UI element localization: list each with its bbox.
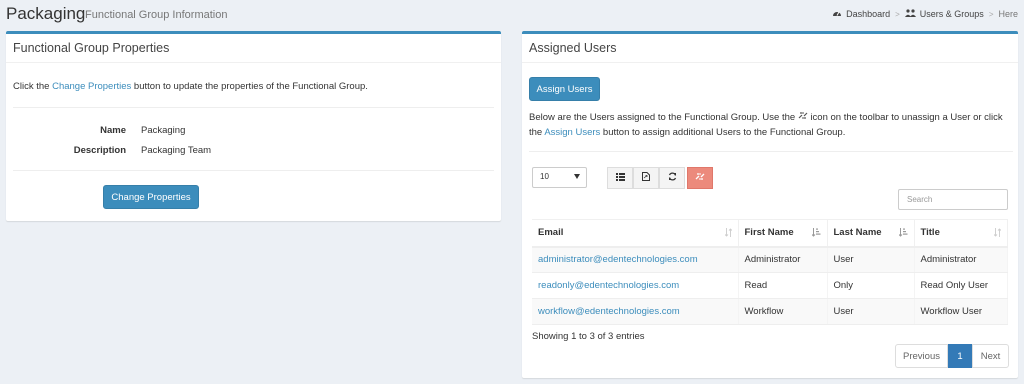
divider bbox=[13, 107, 494, 108]
table-row[interactable]: workflow@edentechnologies.com Workflow U… bbox=[532, 298, 1008, 325]
column-header-title[interactable]: Title bbox=[914, 219, 1008, 248]
title-cell: Workflow User bbox=[914, 298, 1008, 325]
properties-intro: Click the Change Properties button to up… bbox=[13, 81, 368, 92]
assigned-users-table: Email First Name Last Name Title adminis… bbox=[532, 219, 1008, 325]
page-size-value: 10 bbox=[540, 172, 549, 181]
unassign-user-button[interactable] bbox=[687, 167, 713, 189]
column-header-last-name[interactable]: Last Name bbox=[827, 219, 915, 248]
assigned-users-panel: Assigned Users Assign Users Below are th… bbox=[522, 31, 1018, 378]
sort-ascending-icon bbox=[811, 228, 821, 240]
last-name-cell: User bbox=[827, 298, 915, 325]
title-cell: Read Only User bbox=[914, 272, 1008, 299]
search-input[interactable] bbox=[898, 189, 1008, 210]
breadcrumb-dashboard[interactable]: Dashboard bbox=[832, 9, 890, 19]
panel-title: Assigned Users bbox=[522, 34, 1018, 63]
divider bbox=[529, 151, 1013, 152]
assign-users-button[interactable]: Assign Users bbox=[529, 77, 600, 101]
table-row[interactable]: readonly@edentechnologies.com Read Only … bbox=[532, 272, 1008, 299]
column-label: First Name bbox=[744, 227, 794, 239]
last-name-cell: Only bbox=[827, 272, 915, 299]
assign-users-link[interactable]: Assign Users bbox=[544, 127, 600, 138]
intro-text: button to update the properties of the F… bbox=[131, 81, 368, 92]
change-properties-link[interactable]: Change Properties bbox=[52, 81, 131, 92]
desc-text: Below are the Users assigned to the Func… bbox=[529, 112, 798, 124]
column-label: Last Name bbox=[833, 227, 882, 239]
column-label: Title bbox=[920, 227, 940, 239]
first-name-cell: Workflow bbox=[738, 298, 828, 325]
assigned-users-description: Below are the Users assigned to the Func… bbox=[529, 110, 1013, 140]
table-header-row: Email First Name Last Name Title bbox=[532, 219, 1008, 248]
divider bbox=[13, 170, 494, 171]
list-icon bbox=[615, 172, 625, 184]
column-header-email[interactable]: Email bbox=[532, 219, 739, 248]
sort-ascending-icon bbox=[898, 228, 908, 240]
breadcrumb: Dashboard > Users & Groups > Here bbox=[832, 9, 1018, 19]
pagination: Previous 1 Next bbox=[895, 344, 1009, 368]
desc-text: button to assign additional Users to the… bbox=[600, 127, 846, 139]
page-size-select[interactable]: 10 bbox=[532, 167, 587, 188]
property-label: Description bbox=[73, 145, 126, 156]
table-row[interactable]: administrator@edentechnologies.com Admin… bbox=[532, 246, 1008, 273]
column-label: Email bbox=[538, 227, 564, 239]
column-header-first-name[interactable]: First Name bbox=[738, 219, 828, 248]
dashboard-icon bbox=[832, 9, 842, 19]
property-label: Name bbox=[100, 125, 126, 136]
change-properties-button[interactable]: Change Properties bbox=[103, 185, 199, 209]
breadcrumb-separator: > bbox=[895, 9, 900, 19]
user-email-link[interactable]: readonly@edentechnologies.com bbox=[538, 280, 679, 291]
toggle-view-button[interactable] bbox=[607, 167, 633, 189]
export-icon bbox=[642, 172, 650, 184]
unassign-icon bbox=[798, 110, 808, 125]
breadcrumb-separator: > bbox=[988, 9, 994, 19]
user-email-link[interactable]: administrator@edentechnologies.com bbox=[538, 254, 698, 265]
property-value: Packaging Team bbox=[141, 145, 212, 156]
panel-title: Functional Group Properties bbox=[6, 34, 501, 63]
refresh-icon bbox=[668, 172, 677, 184]
page-subtitle: Functional Group Information bbox=[85, 9, 228, 21]
intro-text: Click the bbox=[13, 81, 53, 92]
property-value: Packaging bbox=[141, 125, 186, 136]
breadcrumb-current: Here bbox=[998, 9, 1018, 19]
page-1-button[interactable]: 1 bbox=[948, 344, 972, 368]
users-icon bbox=[904, 9, 916, 19]
breadcrumb-users-groups-label: Users & Groups bbox=[919, 9, 984, 19]
previous-page-button[interactable]: Previous bbox=[895, 344, 948, 368]
first-name-cell: Administrator bbox=[738, 246, 828, 273]
sort-icon bbox=[993, 228, 1002, 240]
user-email-link[interactable]: workflow@edentechnologies.com bbox=[538, 306, 680, 317]
unassign-icon bbox=[695, 172, 705, 184]
first-name-cell: Read bbox=[738, 272, 828, 299]
functional-group-properties-panel: Functional Group Properties Click the Ch… bbox=[6, 31, 501, 221]
next-page-button[interactable]: Next bbox=[972, 344, 1009, 368]
chevron-down-icon bbox=[574, 174, 580, 179]
table-info: Showing 1 to 3 of 3 entries bbox=[532, 331, 645, 342]
page-title: Packaging bbox=[6, 4, 86, 23]
last-name-cell: User bbox=[827, 246, 915, 273]
title-cell: Administrator bbox=[914, 246, 1008, 273]
breadcrumb-users-groups[interactable]: Users & Groups bbox=[904, 9, 984, 19]
sort-icon bbox=[724, 228, 732, 240]
breadcrumb-dashboard-label: Dashboard bbox=[846, 9, 891, 19]
refresh-button[interactable] bbox=[659, 167, 685, 189]
export-button[interactable] bbox=[633, 167, 659, 189]
page-header: Packaging Functional Group Information D… bbox=[0, 0, 1024, 30]
